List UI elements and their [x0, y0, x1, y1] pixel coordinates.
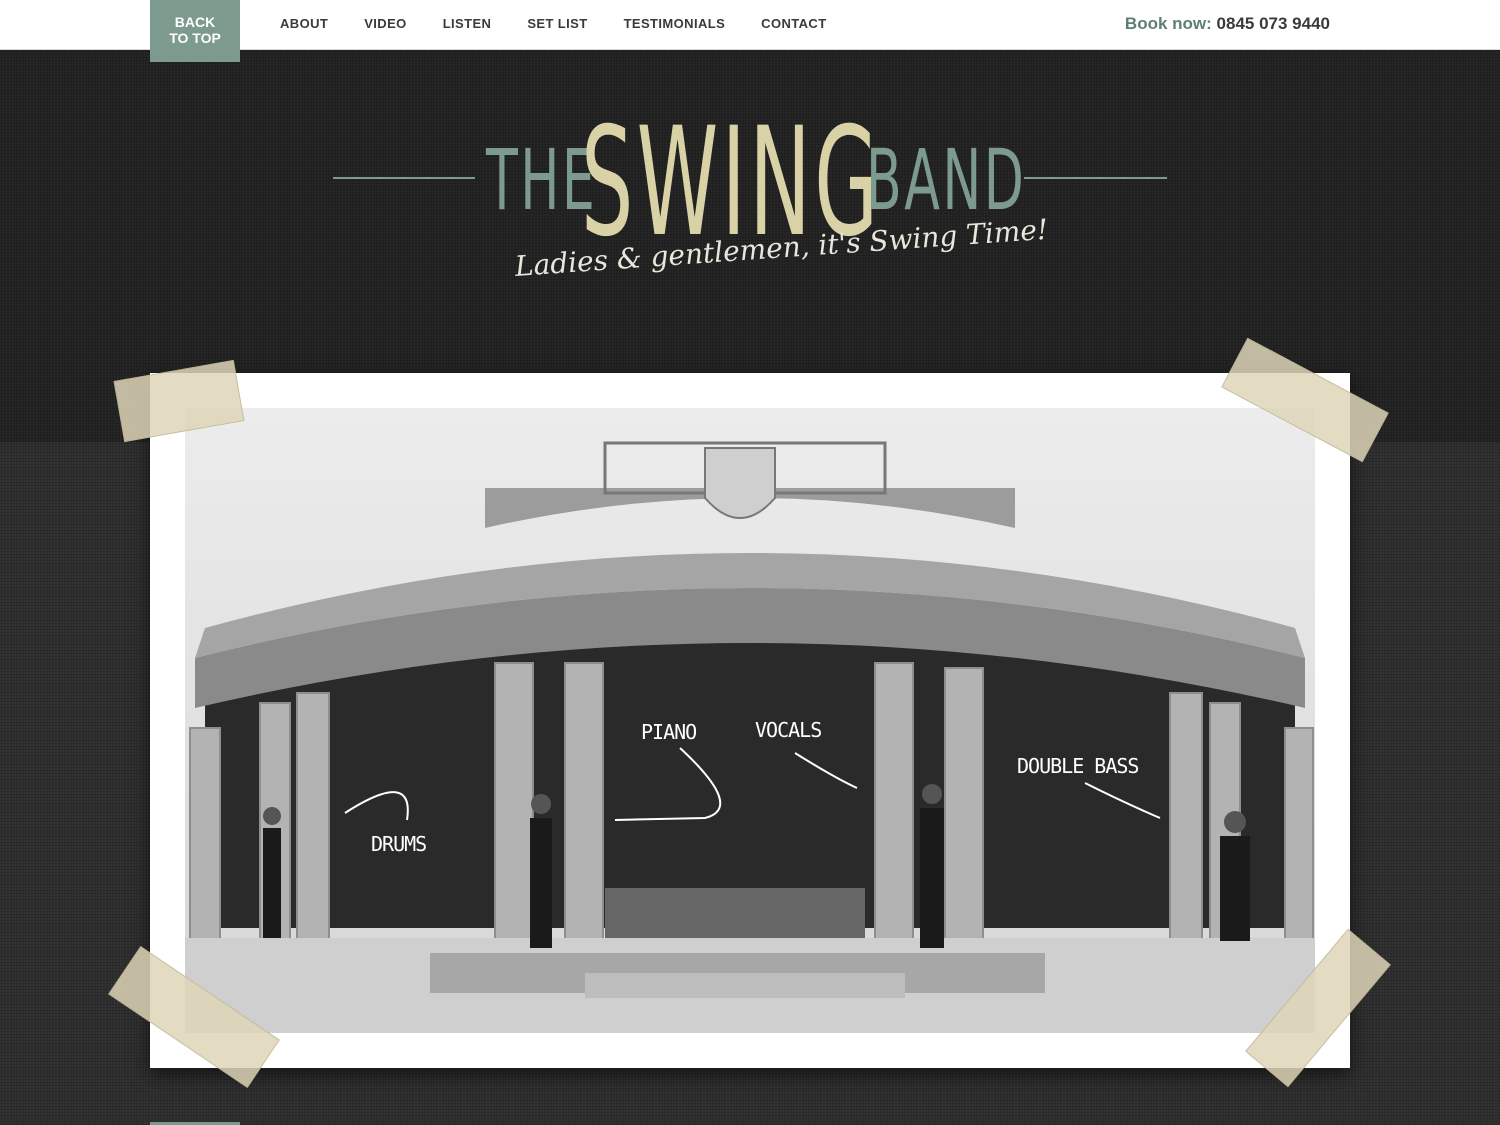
phone-number[interactable]: 0845 073 9440 [1217, 14, 1330, 33]
annotation-drums: DRUMS [371, 832, 427, 856]
nav-about[interactable]: ABOUT [280, 16, 328, 31]
logo-rule-right [1024, 177, 1167, 179]
band-photo: PIANO VOCALS DOUBLE BASS DRUMS [185, 408, 1315, 1033]
annotation-piano: PIANO [641, 720, 697, 744]
back-to-top-button[interactable]: BACK TO TOP [150, 0, 240, 62]
colonnade-illustration [185, 408, 1315, 1033]
band-photo-frame: PIANO VOCALS DOUBLE BASS DRUMS [150, 373, 1350, 1068]
nav-listen[interactable]: LISTEN [443, 16, 492, 31]
back-to-top-line2: TO TOP [169, 30, 221, 46]
annotation-vocals: VOCALS [755, 718, 822, 742]
logo-swing: SWING [581, 96, 882, 270]
annotation-double-bass: DOUBLE BASS [1017, 754, 1139, 778]
logo-the: THE [486, 131, 598, 229]
main-nav: ABOUT VIDEO LISTEN SET LIST TESTIMONIALS… [280, 16, 863, 31]
book-now-label: Book now: [1124, 14, 1212, 33]
back-to-top-line1: BACK [174, 14, 216, 30]
logo-band: BAND [866, 131, 1027, 229]
logo-rule-left [333, 177, 475, 179]
nav-set-list[interactable]: SET LIST [527, 16, 587, 31]
book-now: Book now: 0845 073 9440 [1125, 14, 1330, 34]
nav-contact[interactable]: CONTACT [761, 16, 826, 31]
nav-testimonials[interactable]: TESTIMONIALS [624, 16, 726, 31]
nav-video[interactable]: VIDEO [364, 16, 406, 31]
